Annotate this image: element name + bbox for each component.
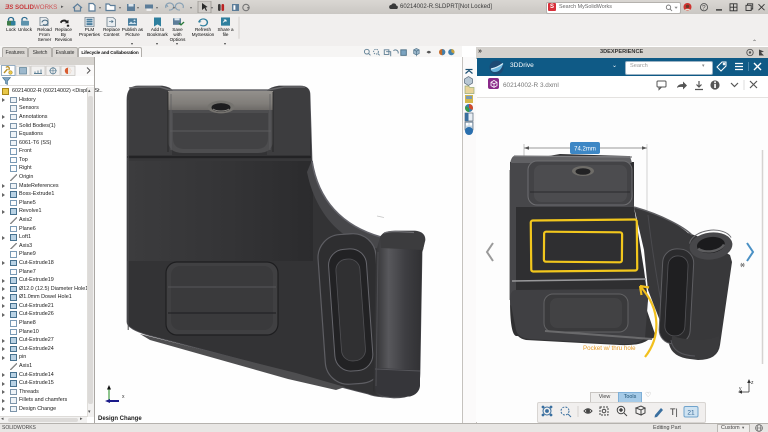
svg-text:21: 21: [687, 410, 695, 417]
svg-text:z: z: [751, 380, 754, 386]
svg-text:74.2mm: 74.2mm: [574, 147, 596, 153]
svg-text:?: ?: [702, 5, 706, 12]
svg-text:x: x: [122, 394, 125, 400]
svg-text:T|: T|: [670, 407, 678, 417]
